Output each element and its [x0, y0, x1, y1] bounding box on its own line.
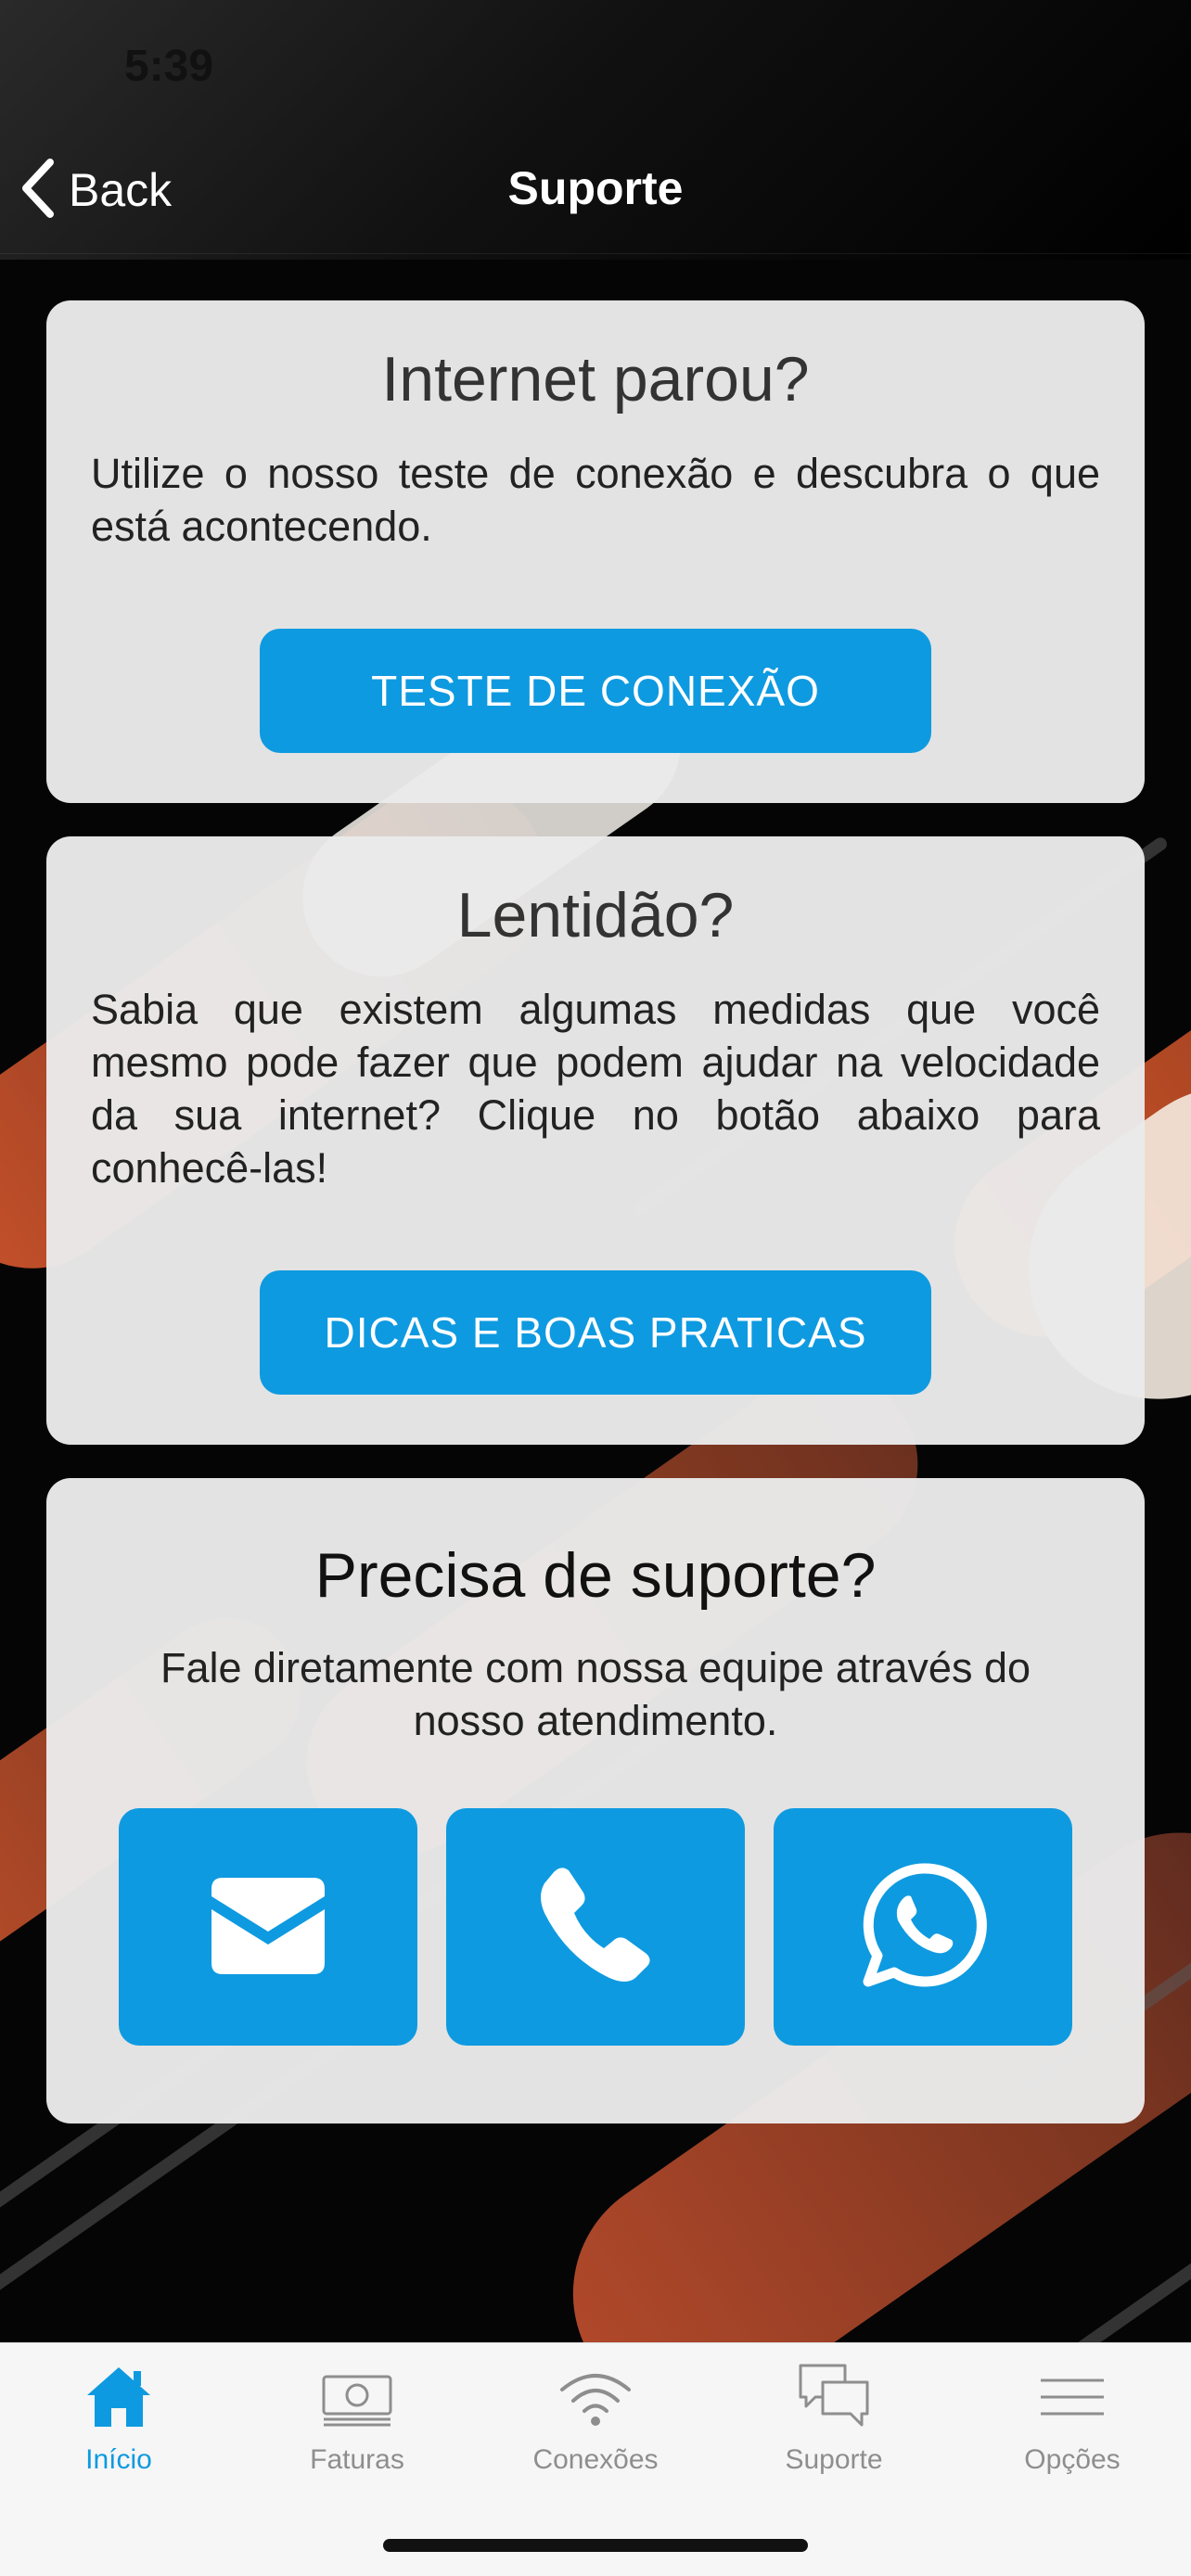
whatsapp-button[interactable] [774, 1808, 1072, 2046]
tab-label: Opções [1024, 2444, 1121, 2475]
tab-inicio[interactable]: Início [0, 2360, 237, 2476]
tab-label: Início [85, 2444, 152, 2475]
wifi-icon [558, 2360, 633, 2439]
email-button[interactable] [119, 1808, 417, 2046]
whatsapp-icon [853, 1855, 992, 1999]
internet-stopped-title: Internet parou? [381, 344, 810, 414]
support-text: Fale diretamente com nossa equipe atravé… [160, 1644, 1031, 1744]
tab-label: Faturas [310, 2444, 404, 2475]
support-card: Precisa de suporte? Fale diretamente com… [46, 1478, 1145, 2123]
banknote-icon [320, 2360, 394, 2439]
slowness-title: Lentidão? [456, 880, 735, 950]
tab-conexoes[interactable]: Conexões [477, 2360, 714, 2476]
navigation-bar: Back Suporte [0, 130, 1191, 254]
envelope-icon [198, 1855, 338, 1999]
phone-button[interactable] [446, 1808, 745, 2046]
tips-button[interactable]: DICAS E BOAS PRATICAS [260, 1270, 931, 1395]
menu-icon [1035, 2360, 1109, 2439]
slowness-card: Lentidão? Sabia que existem algumas medi… [46, 836, 1145, 1445]
page-title: Suporte [507, 162, 684, 214]
tab-label: Suporte [785, 2444, 883, 2475]
tab-opcoes[interactable]: Opções [954, 2360, 1191, 2476]
tab-suporte[interactable]: Suporte [715, 2360, 953, 2476]
slowness-text: Sabia que existem algumas medidas que vo… [91, 986, 1100, 1192]
tab-faturas[interactable]: Faturas [238, 2360, 476, 2476]
support-title: Precisa de suporte? [314, 1540, 877, 1611]
internet-stopped-text: Utilize o nosso teste de conexão e descu… [91, 450, 1100, 550]
tab-label: Conexões [532, 2444, 659, 2475]
status-time: 5:39 [124, 42, 214, 91]
internet-stopped-card: Internet parou? Utilize o nosso teste de… [46, 300, 1145, 803]
phone-icon [526, 1855, 665, 1999]
chat-bubbles-icon [797, 2360, 871, 2439]
connection-test-button[interactable]: TESTE DE CONEXÃO [260, 629, 931, 753]
home-icon [82, 2360, 156, 2439]
home-indicator [383, 2539, 808, 2552]
